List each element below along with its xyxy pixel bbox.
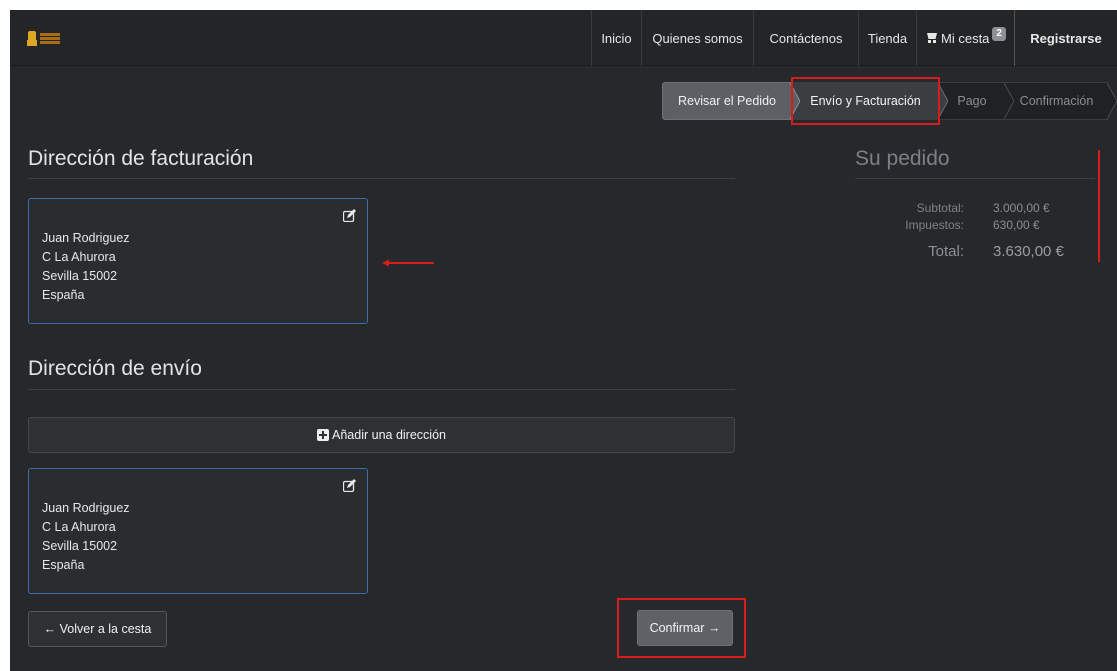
billing-city: Sevilla 15002 [42,269,118,283]
edit-icon[interactable] [343,209,357,222]
billing-divider [28,178,735,179]
shipping-country: España [42,558,85,572]
billing-street: C La Ahurora [42,250,116,264]
tax-value: 630,00 € [993,218,1040,232]
edit-icon[interactable] [343,479,357,492]
shipping-divider [28,389,735,390]
subtotal-label: Subtotal: [916,201,964,215]
cart-count-badge: 2 [992,27,1006,41]
checkout-steps: Revisar el Pedido Envío y Facturación Pa… [662,82,1117,120]
billing-name: Juan Rodriguez [42,231,130,245]
total-value: 3.630,00 € [993,243,1064,260]
chess-piece-icon [27,29,37,47]
plus-icon [317,429,330,441]
shipping-name: Juan Rodriguez [42,501,130,515]
total-label: Total: [928,243,964,260]
nav-tienda[interactable]: Tienda [858,10,916,66]
nav-registrarse[interactable]: Registrarse [1014,10,1117,66]
order-summary-title: Su pedido [855,147,950,170]
confirm-button[interactable]: Confirmar → [637,610,733,646]
shipping-street: C La Ahurora [42,520,116,534]
nav-mi-cesta[interactable]: Mi cesta 2 [916,10,1014,66]
shipping-title: Dirección de envío [28,357,202,380]
back-to-cart-button[interactable]: ← Volver a la cesta [28,611,167,647]
subtotal-value: 3.000,00 € [993,201,1050,215]
cart-label: Mi cesta [941,30,990,46]
step-revisar-pedido[interactable]: Revisar el Pedido [662,82,800,120]
step-envio-facturacion[interactable]: Envío y Facturación [792,82,948,120]
chevron-right-icon [1107,83,1117,119]
main-nav: Inicio Quienes somos Contáctenos Tienda … [591,10,1117,66]
nav-quienes-somos[interactable]: Quienes somos [641,10,753,66]
annotation-line [1098,150,1100,262]
billing-country: España [42,288,85,302]
billing-title: Dirección de facturación [28,147,254,170]
checkout-page: Inicio Quienes somos Contáctenos Tienda … [10,10,1117,671]
nav-inicio[interactable]: Inicio [591,10,641,66]
step-pago[interactable]: Pago [939,82,1014,120]
nav-contactenos[interactable]: Contáctenos [753,10,858,66]
navbar: Inicio Quienes somos Contáctenos Tienda … [10,10,1117,66]
add-address-label: Añadir una dirección [332,428,446,442]
billing-address-card[interactable]: Juan Rodriguez C La Ahurora Sevilla 1500… [28,198,368,324]
step-confirmacion[interactable]: Confirmación [1005,82,1117,120]
cart-icon [925,32,939,44]
shipping-address-card[interactable]: Juan Rodriguez C La Ahurora Sevilla 1500… [28,468,368,594]
shipping-city: Sevilla 15002 [42,539,118,553]
summary-divider [855,178,1095,179]
brand-logo[interactable] [27,29,61,47]
chevron-right-icon [938,83,948,119]
add-address-button[interactable]: Añadir una dirección [28,417,735,453]
tax-label: Impuestos: [905,218,964,232]
chevron-right-icon [1004,83,1014,119]
chevron-right-icon [790,83,800,119]
annotation-arrow-icon [382,259,434,267]
